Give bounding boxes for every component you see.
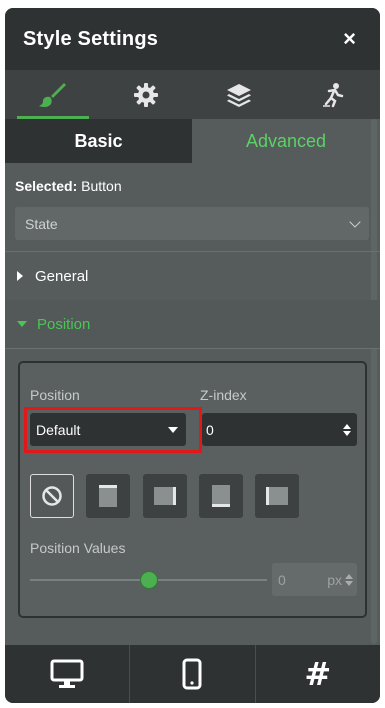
position-right-button[interactable]	[143, 474, 187, 518]
zindex-value: 0	[206, 421, 214, 438]
scrollbar[interactable]	[371, 119, 377, 644]
desktop-view-button[interactable]	[5, 645, 131, 703]
desktop-icon	[50, 659, 84, 688]
tab-settings[interactable]	[99, 70, 193, 119]
position-top-button[interactable]	[86, 474, 130, 518]
tab-layers[interactable]	[193, 70, 287, 119]
position-values-input[interactable]: 0 px	[272, 563, 357, 596]
divider	[5, 348, 380, 349]
zindex-stepper[interactable]	[343, 423, 351, 436]
position-left-button[interactable]	[255, 474, 299, 518]
position-bottom-button[interactable]	[199, 474, 243, 518]
selected-value: Button	[81, 178, 122, 194]
position-settings-box: Position Z-index Default 0 Position Valu…	[18, 361, 367, 618]
caret-down-icon	[17, 321, 27, 327]
position-values-value: 0	[278, 571, 286, 588]
position-values-stepper[interactable]	[345, 573, 353, 586]
tab-advanced[interactable]: Advanced	[192, 119, 380, 163]
icon-tab-bar	[5, 70, 380, 119]
layers-icon	[227, 83, 252, 107]
sub-tab-bar: Basic Advanced	[5, 119, 380, 163]
right-icon	[154, 487, 176, 505]
bottom-toolbar: #	[5, 645, 380, 703]
left-icon	[266, 487, 288, 505]
panel-header: Style Settings ×	[5, 8, 380, 70]
interactions-icon	[323, 82, 344, 107]
position-none-button[interactable]	[30, 474, 74, 518]
mobile-view-button[interactable]	[130, 645, 256, 703]
close-button[interactable]: ×	[343, 28, 356, 50]
selected-element-info: Selected: Button	[15, 178, 122, 194]
tab-style[interactable]	[5, 70, 99, 119]
panel-title: Style Settings	[23, 27, 159, 50]
top-icon	[99, 485, 117, 507]
state-select-value: State	[25, 215, 58, 232]
tab-interactions[interactable]	[286, 70, 380, 119]
bottom-icon	[212, 485, 230, 507]
stepper-down-icon	[343, 430, 351, 436]
section-general-label: General	[35, 267, 89, 285]
none-icon	[42, 486, 62, 506]
stepper-down-icon	[345, 580, 353, 586]
position-values-label: Position Values	[30, 540, 126, 556]
custom-css-button[interactable]: #	[256, 645, 380, 703]
chevron-down-icon	[349, 215, 361, 228]
state-select[interactable]: State	[15, 207, 369, 240]
mobile-icon	[182, 658, 202, 690]
tab-basic[interactable]: Basic	[5, 119, 192, 163]
selected-label: Selected:	[15, 178, 78, 194]
caret-right-icon	[17, 271, 23, 281]
section-general[interactable]: General	[5, 252, 380, 300]
zindex-input[interactable]: 0	[202, 413, 357, 446]
stepper-up-icon	[343, 423, 351, 429]
highlight-box	[24, 407, 202, 453]
position-values-slider-thumb[interactable]	[139, 571, 158, 589]
brush-icon	[38, 82, 66, 107]
position-values-unit: px	[327, 571, 342, 588]
section-position-label: Position	[37, 315, 91, 333]
section-position[interactable]: Position	[5, 300, 380, 348]
position-label: Position	[30, 387, 80, 403]
gear-icon	[133, 82, 158, 107]
style-settings-panel: Style Settings × Basic Advanced Selected…	[5, 8, 380, 703]
zindex-label: Z-index	[200, 387, 247, 403]
hash-icon: #	[304, 655, 332, 693]
stepper-up-icon	[345, 573, 353, 579]
